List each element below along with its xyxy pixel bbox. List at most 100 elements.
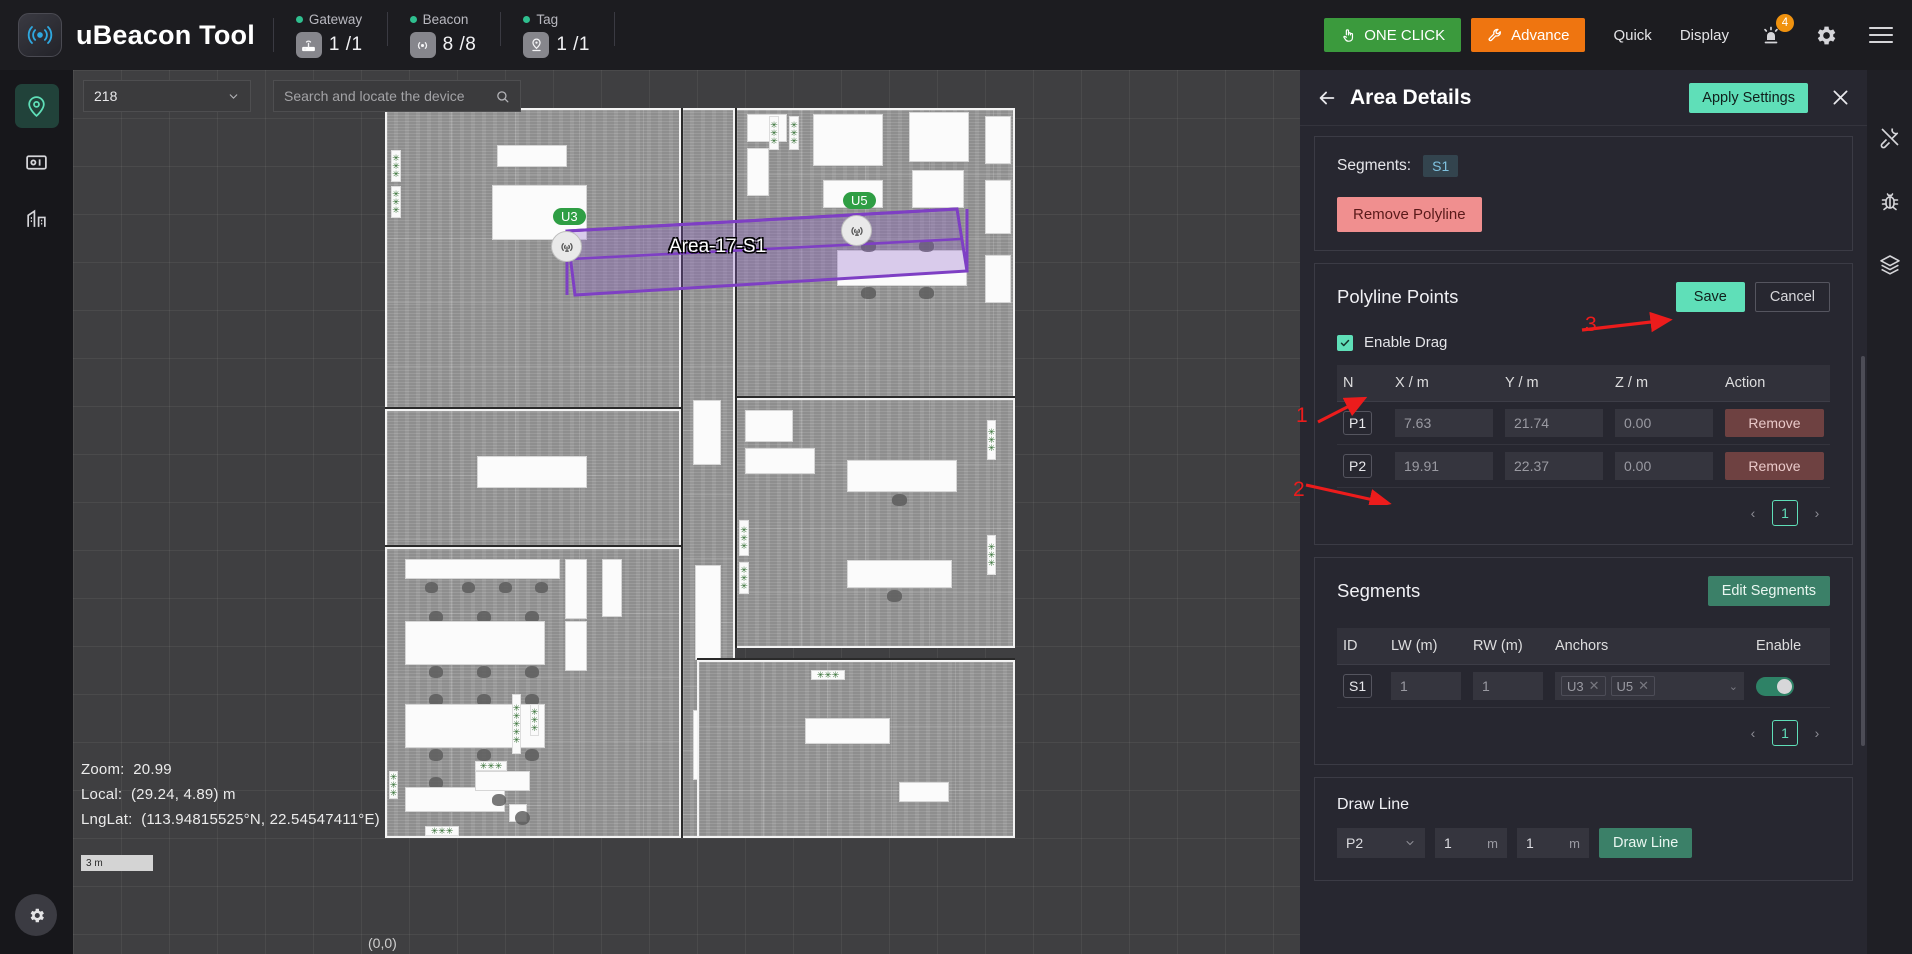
polyline-prev-page[interactable]: ‹: [1740, 500, 1766, 526]
segments-actions: Edit Segments: [1707, 576, 1830, 606]
panel-title: Area Details: [1350, 85, 1472, 109]
alarm-badge: 4: [1776, 14, 1794, 32]
p2-remove-button[interactable]: Remove: [1725, 452, 1824, 480]
stat-gateway[interactable]: Gateway 1 /1: [295, 12, 363, 58]
sidebar-item-location[interactable]: [14, 84, 59, 128]
stat-beacon-value: 8 /8: [442, 34, 477, 55]
layers-button[interactable]: [1878, 253, 1902, 277]
p1-y-input[interactable]: [1505, 409, 1603, 437]
stat-beacon-body: 8 /8: [409, 32, 477, 58]
room-block: ✳ ✳ ✳ ✳ ✳ ✳: [385, 108, 681, 409]
s1-enable-toggle[interactable]: [1756, 676, 1794, 696]
display-menu[interactable]: Display: [1680, 27, 1729, 44]
p2-y-input[interactable]: [1505, 452, 1603, 480]
s1-anchors-select[interactable]: U3 ✕ U5 ✕ ⌄: [1555, 672, 1744, 700]
anchor-chip-u3-remove-icon[interactable]: ✕: [1589, 678, 1600, 694]
stat-gateway-body: 1 /1: [295, 32, 363, 58]
polyline-cancel-button[interactable]: Cancel: [1754, 282, 1830, 312]
panel-header: Area Details Apply Settings: [1300, 70, 1867, 126]
arrow-left-icon: [1319, 91, 1335, 104]
cell-y: [1499, 444, 1609, 488]
stat-tag-label: Tag: [536, 12, 559, 27]
alarm-button[interactable]: 4: [1759, 14, 1794, 47]
device-search[interactable]: [273, 80, 521, 112]
header-divider: [272, 18, 274, 52]
draw-line-point-select[interactable]: P2: [1337, 828, 1425, 858]
edit-segments-button[interactable]: Edit Segments: [1707, 576, 1830, 606]
anchor-chip-u5-remove-icon[interactable]: ✕: [1638, 678, 1649, 694]
search-icon: [497, 90, 509, 102]
location-pin-icon: [28, 95, 45, 117]
search-input[interactable]: [284, 88, 489, 104]
room-block: ✳✳✳: [697, 660, 1015, 838]
cell-id: S1: [1337, 664, 1385, 708]
p1-z-input[interactable]: [1615, 409, 1713, 437]
segments-prev-page[interactable]: ‹: [1740, 720, 1766, 746]
cell-n: P1: [1337, 401, 1389, 445]
s1-lw-input[interactable]: [1391, 672, 1461, 700]
enable-drag-label: Enable Drag: [1364, 334, 1448, 351]
area-details-panel: Area Details Apply Settings Segments: S1…: [1300, 70, 1867, 954]
col-lw: LW (m): [1385, 628, 1467, 665]
stat-beacon[interactable]: Beacon 8 /8: [409, 12, 477, 58]
sidebar-item-devices[interactable]: [15, 140, 59, 184]
p1-remove-button[interactable]: Remove: [1725, 409, 1824, 437]
draw-line-length2-field[interactable]: 1 m: [1517, 828, 1589, 858]
map-canvas[interactable]: ✳ ✳ ✳ ✳ ✳ ✳ ✳ ✳ ✳ ✳ ✳ ✳ ✳ ✳ ✳ ✳ ✳ ✳✳✳ ✳✳…: [73, 70, 1322, 954]
header-divider: [614, 12, 616, 46]
advance-button[interactable]: Advance: [1471, 18, 1586, 52]
polyline-save-button[interactable]: Save: [1675, 282, 1745, 312]
floor-select[interactable]: 218: [83, 80, 251, 112]
draw-line-button[interactable]: Draw Line: [1599, 828, 1693, 858]
hamburger-menu-button[interactable]: [1868, 24, 1894, 46]
p2-x-input[interactable]: [1395, 452, 1493, 480]
segments-card: Segments Edit Segments ID LW (m) RW (m) …: [1314, 557, 1853, 765]
s1-rw-input[interactable]: [1473, 672, 1543, 700]
cell-action: Remove: [1719, 401, 1830, 445]
tools-button[interactable]: [1878, 125, 1902, 149]
p2-z-input[interactable]: [1615, 452, 1713, 480]
one-click-button[interactable]: ONE CLICK: [1324, 18, 1462, 52]
anchor-chip-u3[interactable]: U3 ✕: [1561, 676, 1606, 696]
anchor-label-u3: U3: [553, 208, 586, 225]
anchor-chip-u5[interactable]: U5 ✕: [1610, 676, 1656, 696]
beacon-signal-icon: [27, 26, 53, 44]
polyline-next-page[interactable]: ›: [1804, 500, 1830, 526]
zoom-readout: Zoom: 20.99: [81, 761, 172, 778]
segments-summary-row: Segments: S1: [1337, 155, 1830, 177]
sidebar-settings-button[interactable]: [15, 894, 57, 936]
col-enable: Enable: [1750, 628, 1830, 665]
col-rw: RW (m): [1467, 628, 1549, 665]
panel-scrollbar[interactable]: [1861, 356, 1865, 746]
segments-pager: ‹ 1 ›: [1337, 720, 1830, 746]
remove-polyline-button[interactable]: Remove Polyline: [1337, 197, 1482, 232]
enable-drag-checkbox[interactable]: [1337, 334, 1353, 351]
point-badge-p1: P1: [1343, 411, 1373, 435]
p1-x-input[interactable]: [1395, 409, 1493, 437]
draw-line-length1-value: 1: [1444, 835, 1452, 851]
hand-click-icon: [1340, 27, 1357, 44]
settings-button[interactable]: [1813, 23, 1838, 48]
tag-pin-icon: [523, 32, 550, 58]
debug-button[interactable]: [1878, 189, 1902, 213]
panel-close-button[interactable]: [1830, 87, 1851, 108]
map-info-overlay: Zoom: 20.99 Local: (29.24, 4.89) m LngLa…: [81, 761, 380, 836]
chevron-down-icon[interactable]: ⌄: [1729, 680, 1738, 693]
col-x: X / m: [1389, 365, 1499, 402]
panel-back-button[interactable]: [1316, 87, 1338, 109]
col-anchors: Anchors: [1549, 628, 1750, 665]
draw-line-length1-field[interactable]: 1 m: [1435, 828, 1507, 858]
segment-chip-s1[interactable]: S1: [1423, 155, 1459, 177]
polyline-current-page[interactable]: 1: [1772, 500, 1798, 526]
gear-icon: [1817, 26, 1836, 44]
point-badge-p2: P2: [1343, 454, 1373, 478]
quick-menu[interactable]: Quick: [1613, 27, 1651, 44]
segments-next-page[interactable]: ›: [1804, 720, 1830, 746]
segments-current-page[interactable]: 1: [1772, 720, 1798, 746]
close-icon: [1833, 90, 1848, 105]
sidebar-item-building[interactable]: [15, 196, 59, 240]
cell-n: P2: [1337, 444, 1389, 488]
apply-settings-button[interactable]: Apply Settings: [1689, 82, 1808, 113]
draw-line-length2-value: 1: [1526, 835, 1534, 851]
stat-tag[interactable]: Tag 1 /1: [523, 12, 590, 58]
